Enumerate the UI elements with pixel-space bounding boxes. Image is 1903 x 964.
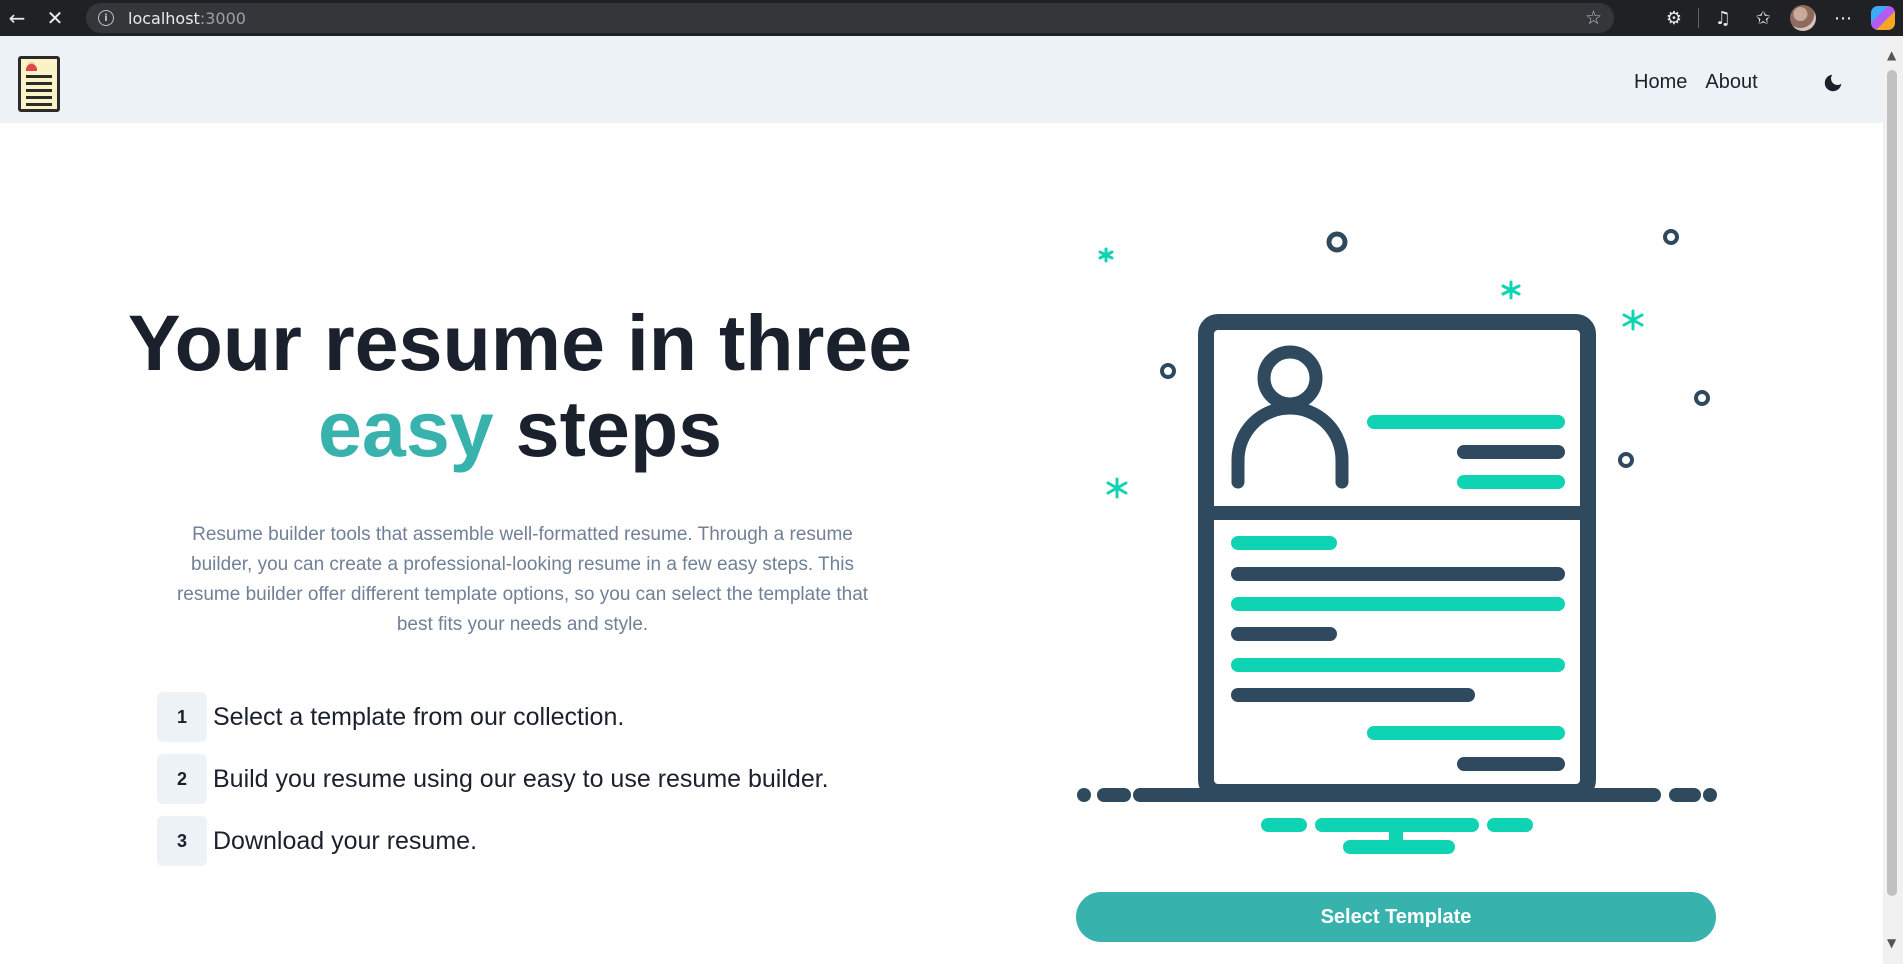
nav-about-link[interactable]: About <box>1705 71 1757 94</box>
hero-description: Resume builder tools that assemble well-… <box>176 524 869 635</box>
hero-title-rest: steps <box>493 384 723 473</box>
resume-logo-icon[interactable] <box>18 56 60 112</box>
step-text: Build you resume using our easy to use r… <box>213 764 829 793</box>
scrollbar-thumb[interactable] <box>1887 70 1897 896</box>
main-nav: Home About <box>1634 71 1758 94</box>
step-text: Download your resume. <box>213 826 478 855</box>
more-menu-icon[interactable]: ⋯ <box>1823 0 1863 36</box>
scroll-up-icon[interactable]: ▲ <box>1887 48 1896 62</box>
scroll-down-icon[interactable]: ▼ <box>1887 936 1896 950</box>
step-number-badge: 2 <box>157 754 207 804</box>
close-icon[interactable]: ✕ <box>38 3 72 33</box>
toolbar-divider <box>1698 8 1699 28</box>
back-arrow-icon[interactable]: ← <box>0 3 34 33</box>
browser-toolbar: ← ✕ i localhost:3000 ☆ ⚙ ♫ ✩ ⋯ <box>0 0 1903 36</box>
profile-avatar[interactable] <box>1783 0 1823 36</box>
select-template-button[interactable]: Select Template <box>1076 892 1716 942</box>
url-text: localhost:3000 <box>128 9 246 28</box>
nav-home-link[interactable]: Home <box>1634 71 1687 94</box>
hero-title-line1: Your resume in three <box>127 298 913 387</box>
step-number-badge: 1 <box>157 692 207 742</box>
bookmark-star-icon[interactable]: ☆ <box>1585 7 1602 29</box>
hero-title-accent: easy <box>317 384 494 473</box>
extensions-icon[interactable]: ⚙ <box>1654 0 1694 36</box>
favorites-icon[interactable]: ✩ <box>1743 0 1783 36</box>
copilot-icon[interactable] <box>1863 0 1903 36</box>
page-scrollbar[interactable]: ▲ ▼ <box>1883 36 1903 964</box>
step-text: Select a template from our collection. <box>213 702 625 731</box>
moon-icon[interactable] <box>1822 72 1844 94</box>
address-bar[interactable]: i localhost:3000 ☆ <box>86 3 1614 33</box>
site-info-icon[interactable]: i <box>98 10 114 26</box>
app-header: Home About <box>0 36 1883 123</box>
steps-list: 1 Select a template from our collection.… <box>157 692 829 878</box>
media-icon[interactable]: ♫ <box>1703 0 1743 36</box>
url-host: localhost <box>128 8 200 28</box>
step-item: 3 Download your resume. <box>157 816 829 866</box>
step-number-badge: 3 <box>157 816 207 866</box>
url-port: :3000 <box>199 8 246 28</box>
step-item: 1 Select a template from our collection. <box>157 692 829 742</box>
hero-title: Your resume in three easy steps <box>110 300 930 472</box>
step-item: 2 Build you resume using our easy to use… <box>157 754 829 804</box>
resume-illustration <box>1077 229 1717 854</box>
browser-actions: ⚙ ♫ ✩ ⋯ <box>1654 0 1903 36</box>
